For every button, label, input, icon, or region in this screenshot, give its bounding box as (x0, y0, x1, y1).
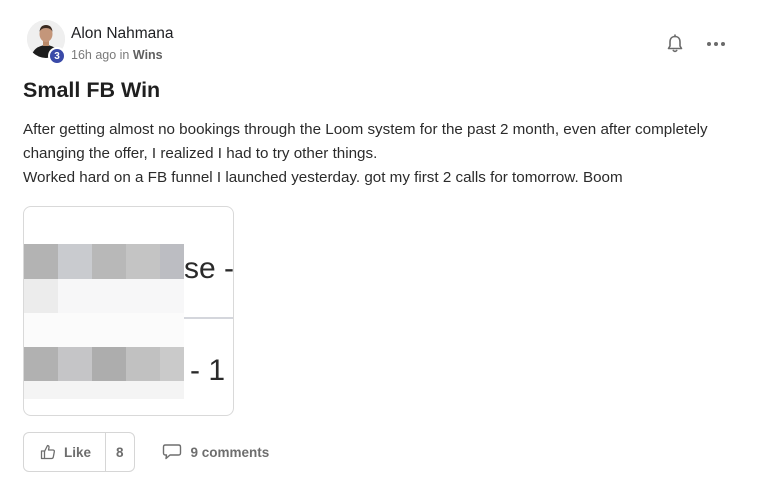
post-time: 16h ago in (71, 48, 130, 62)
more-options-icon[interactable] (704, 35, 728, 53)
like-count[interactable]: 8 (106, 445, 134, 460)
post-category-link[interactable]: Wins (133, 48, 163, 62)
comments-label: 9 comments (190, 444, 270, 460)
bell-icon[interactable] (664, 33, 686, 55)
post-meta: 16h ago in Wins (71, 48, 163, 62)
comment-icon (162, 444, 181, 460)
post-body-paragraph: After getting almost no bookings through… (23, 121, 708, 162)
author-avatar-wrap[interactable]: 3 (27, 20, 66, 65)
thumbs-up-icon (40, 444, 55, 460)
post-actions: Like 8 9 comments (23, 432, 269, 472)
author-name[interactable]: Alon Nahmana (71, 25, 174, 43)
like-button[interactable]: Like (24, 433, 107, 471)
attachment-text-top: se - (184, 252, 234, 285)
post-body-paragraph: Worked hard on a FB funnel I launched ye… (23, 169, 623, 186)
attachment-image[interactable]: se - - 1 (23, 206, 234, 416)
comments-link[interactable]: 9 comments (162, 443, 270, 461)
like-button-group: Like 8 (23, 432, 135, 472)
attachment-text-bottom: - 1 (190, 354, 226, 387)
post-title: Small FB Win (23, 78, 161, 102)
like-label: Like (64, 444, 92, 460)
post-body: After getting almost no bookings through… (23, 118, 723, 190)
level-badge: 3 (48, 47, 66, 65)
